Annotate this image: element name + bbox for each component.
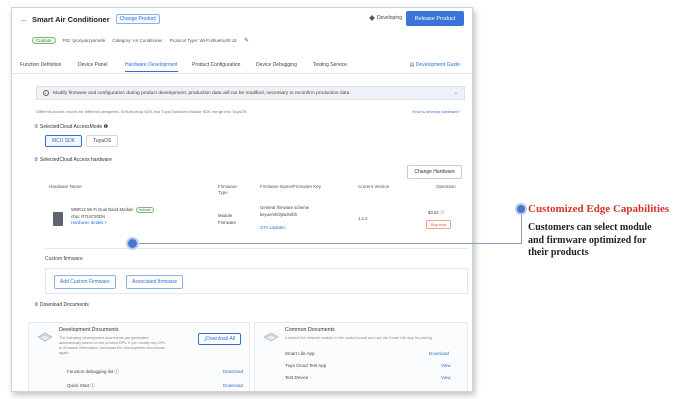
buy-now-button[interactable]: Buy now: [426, 220, 452, 229]
back-icon[interactable]: ←: [20, 15, 28, 24]
callout-body: Customers can select module and firmware…: [528, 222, 652, 258]
callout-title-dot: [517, 205, 525, 213]
mode-tuyaos[interactable]: TuyaOS: [86, 135, 119, 147]
protocol-text: Protocol Type: Wi-Fi,Bluetooth LE: [169, 38, 238, 43]
category-text: Category: Air Conditioner: [112, 38, 163, 43]
doc-row-action[interactable]: Download: [429, 351, 449, 356]
doc-row-action[interactable]: View: [441, 363, 451, 368]
firmware-key: keyuemhf2jtw3mbh: [260, 211, 298, 217]
tab-hardware-development[interactable]: Hardware Development: [125, 62, 178, 72]
doc-row-action[interactable]: View: [441, 375, 451, 380]
how-to-develop-link[interactable]: How to develop hardware?: [412, 109, 460, 114]
col-firmware-type: Firmware Type: [218, 184, 237, 195]
hardware-table: Hardware Name Firmware Type Firmware Nam…: [45, 179, 468, 249]
documents-icon: [37, 332, 53, 342]
info-icon: i: [43, 90, 49, 96]
callout-anchor-dot: [128, 239, 137, 248]
hardware-name: WBR12 Wi-Fi Dual Band Module: [71, 207, 134, 212]
edit-pen-icon[interactable]: ✎: [244, 37, 249, 44]
doc-row: Tuya Cloud Test App View: [285, 363, 460, 368]
callout-title: Customized Edge Capabilities: [528, 203, 670, 215]
download-all-button[interactable]: ⤓Download All: [198, 333, 242, 345]
module-chip-icon: [53, 212, 63, 226]
common-documents-title: Common Documents: [285, 327, 335, 333]
status-diamond-icon: [369, 15, 375, 21]
col-firmware-name: Firmware Name/Firmware Key: [260, 184, 322, 189]
col-hardware-name: Hardware Name: [49, 184, 82, 189]
change-hardware-button[interactable]: Change Hardware: [407, 165, 462, 179]
doc-row: Smart Life App Download: [285, 351, 460, 356]
tab-testing-service[interactable]: Testing Service: [313, 62, 347, 68]
firmware-type-cell: Module Firmware: [218, 213, 236, 226]
doc-row: Quick Start ⓘ Download: [67, 383, 247, 389]
development-documents-title: Development Documents: [59, 327, 119, 333]
custom-firmware-label: Custom firmware: [45, 256, 83, 262]
documents-icon: [263, 332, 279, 342]
doc-row-action[interactable]: Download: [223, 383, 243, 388]
section-download-documents: ③ Download Documents: [34, 302, 89, 308]
product-meta: Custom PID: tycxlyukzysmefe Category: Ai…: [32, 37, 249, 44]
doc-row-label: Tuya Cloud Test App: [285, 363, 327, 368]
tab-product-configuration[interactable]: Product Configuration: [192, 62, 240, 68]
tab-function-definition[interactable]: Function Definition: [20, 62, 61, 68]
firmware-type-line1: Module: [218, 213, 233, 218]
hardware-details-link[interactable]: Hardware details >: [71, 220, 107, 225]
pid-text: PID: tycxlyukzysmefe: [62, 38, 106, 43]
tab-bar: Function Definition Device Panel Hardwar…: [12, 60, 472, 74]
mode-mcu-sdk[interactable]: MCU SDK: [45, 135, 83, 147]
custom-tag: Custom: [32, 37, 56, 44]
custom-firmware-box: Add Custom Firmware Associated firmware: [45, 268, 468, 294]
chevron-down-icon[interactable]: ⌄: [454, 90, 458, 96]
firmware-name: General firmware scheme: [260, 205, 310, 210]
common-documents-card: Common Documents Connect the network mod…: [254, 322, 468, 391]
development-guide-link[interactable]: ▤ Development Guide: [410, 62, 460, 68]
col-operation: Operation: [436, 184, 456, 189]
status-text: Developing: [376, 15, 402, 21]
development-documents-desc: The following development documents are …: [59, 336, 166, 355]
doc-row: Function debugging list ⓘ Download: [67, 369, 247, 375]
release-product-button[interactable]: Release Product: [406, 11, 464, 26]
callout-connector-line: [132, 243, 522, 244]
access-mode-note: Different access modes for different cat…: [36, 109, 247, 114]
doc-row: Test Device View: [285, 375, 460, 380]
section-access-mode: ① SelectedCloud AccessMode ❶: [34, 124, 109, 130]
common-documents-desc: Connect the network module to the contro…: [285, 336, 432, 340]
development-guide-label: Development Guide: [415, 62, 460, 68]
current-version: 1.1.2: [358, 216, 368, 221]
top-bar: ← Smart Air Conditioner Change Product D…: [12, 8, 472, 30]
hotsale-tag: Hotsale: [135, 207, 154, 213]
doc-row-label: Quick Start ⓘ: [67, 383, 96, 388]
associated-firmware-button[interactable]: Associated firmware: [126, 275, 184, 289]
status-indicator: Developing: [369, 15, 402, 21]
chip-text: chip: RTL8720DN: [71, 213, 106, 219]
access-mode-selector: MCU SDK TuyaOS: [45, 135, 119, 147]
col-current-version: Current Version: [358, 184, 390, 189]
doc-row-label: Smart Life App: [285, 351, 315, 356]
add-custom-firmware-button[interactable]: Add Custom Firmware: [54, 275, 116, 289]
product-title: Smart Air Conditioner: [32, 14, 110, 24]
doc-row-label: Function debugging list ⓘ: [67, 369, 120, 374]
notice-banner: i Modify firmware and configuration duri…: [36, 86, 465, 100]
firmware-type-line2: Firmware: [218, 219, 236, 225]
tab-device-panel[interactable]: Device Panel: [78, 62, 107, 68]
tab-device-debugging[interactable]: Device Debugging: [256, 62, 297, 68]
section-access-hardware: ② SelectedCloud Access hardware: [34, 157, 112, 163]
module-price: $3.52 ⓘ: [428, 210, 445, 215]
notice-text: Modify firmware and configuration during…: [53, 90, 350, 96]
hardware-name-cell: WBR12 Wi-Fi Dual Band Module Hotsale chip…: [71, 207, 154, 227]
firmware-name-cell: General firmware scheme keyuemhf2jtw3mbh…: [260, 205, 309, 231]
doc-row-label: Test Device: [285, 375, 309, 380]
ota-updates-link[interactable]: OTA Updates: [260, 225, 285, 230]
doc-row-action[interactable]: Download: [223, 369, 243, 374]
hardware-development-screenshot: ← Smart Air Conditioner Change Product D…: [11, 7, 473, 392]
change-product-button[interactable]: Change Product: [115, 14, 160, 24]
